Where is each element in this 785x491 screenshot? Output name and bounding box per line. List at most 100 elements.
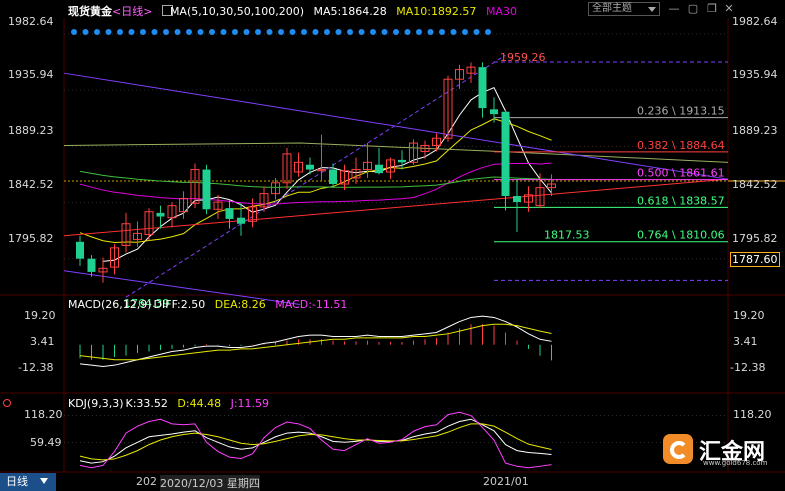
macd-right-tick-1: 19.20 (733, 309, 765, 322)
kdj-header: KDJ(9,3,3) K:33.52 D:44.48 J:11.59 (68, 397, 275, 410)
event-dot (82, 29, 89, 35)
fib-level-label: 0.236 \ 1913.15 (637, 105, 725, 118)
date-label-2: 2021/01 (483, 475, 529, 488)
fib-level-label: 0.764 \ 1810.06 (637, 229, 725, 242)
last-price-tag: 1787.60 (730, 252, 780, 267)
kdj-tick-1: 118.20 (24, 408, 63, 421)
topic-select[interactable]: 全部主题 (588, 2, 660, 16)
macd-right-tick-3: -12.38 (730, 361, 766, 374)
event-dot (485, 29, 491, 35)
candle-body (237, 217, 245, 224)
right-price-tick-4: 1842.52 (732, 178, 778, 191)
ma10-value: MA10:1892.57 (396, 5, 477, 18)
event-dot (301, 29, 307, 35)
fib-level-label: 0.500 \ 1861.61 (637, 167, 725, 180)
event-dot (220, 29, 227, 35)
instrument-title: 现货黄金 (68, 5, 112, 18)
brand-site: www.gold678.com (703, 459, 768, 467)
macd-header: MACD(26,12,9) DIFF:2.50 DEA:8.26 MACD:-11… (68, 298, 353, 311)
event-dot (347, 29, 353, 35)
kdj-right-tick-1: 118.20 (733, 408, 772, 421)
period-label[interactable]: <日线> (112, 5, 152, 18)
candle-body (87, 258, 96, 272)
macd-dea: DEA:8.26 (214, 298, 266, 311)
event-dot (404, 29, 411, 35)
event-dot (289, 29, 296, 35)
candle-body (478, 67, 487, 109)
kdj-tick-2: 59.49 (30, 436, 62, 449)
event-dot (462, 29, 468, 35)
date-label-1: 202 (136, 475, 157, 488)
kdj-d: D:44.48 (177, 397, 222, 410)
fib-level-label: 0.382 \ 1884.64 (637, 139, 725, 152)
price-chart[interactable]: 0.236 \ 1913.15 0.382 \ 1884.64 0.500 \ 18… (0, 0, 785, 491)
panel-settings-icon[interactable] (3, 399, 11, 407)
cursor-date: 2020/12/03 星期四 (160, 475, 260, 491)
event-dot (197, 29, 204, 35)
maximize-icon[interactable]: ▢ (686, 2, 700, 16)
event-dot (151, 29, 158, 35)
event-dot (278, 29, 284, 35)
candle-body (501, 111, 510, 197)
minimize-icon[interactable]: — (667, 2, 681, 16)
event-dot (174, 29, 181, 35)
candle-body (490, 109, 498, 115)
kdj-k: K:33.52 (125, 397, 168, 410)
event-dot (324, 29, 330, 35)
macd-diff: DIFF:2.50 (153, 298, 206, 311)
event-dot (450, 29, 457, 35)
event-dot (266, 29, 273, 35)
candle-body (375, 164, 383, 174)
ma5-value: MA5:1864.28 (313, 5, 387, 18)
candle-body (225, 208, 234, 219)
right-price-tick-3: 1889.23 (732, 124, 778, 137)
price-annotation: 1817.53 (544, 229, 590, 242)
candle-body (156, 212, 165, 217)
event-dot (439, 29, 445, 35)
right-price-tick-5: 1795.82 (732, 232, 778, 245)
brand-logo: 汇金网 www.gold678.com (663, 434, 783, 470)
event-dot (312, 29, 319, 35)
event-dot (370, 29, 376, 35)
event-dot (105, 29, 112, 35)
price-annotation: 1959.26 (500, 51, 546, 64)
left-price-tick-5: 1795.82 (8, 232, 54, 245)
event-dot (186, 29, 192, 35)
left-price-tick-1: 1982.64 (8, 15, 54, 28)
event-dot (140, 29, 146, 35)
macd-tick-3: -12.38 (18, 361, 54, 374)
macd-right-tick-2: 3.41 (733, 335, 758, 348)
event-dot (71, 29, 77, 35)
event-dot (117, 29, 123, 35)
event-dot (473, 29, 480, 35)
right-price-tick-1: 1982.64 (732, 15, 778, 28)
event-dot (358, 29, 365, 35)
main-chart-header: 现货黄金<日线> MA(5,10,30,50,100,200) MA5:1864… (68, 3, 523, 19)
right-price-tick-2: 1935.94 (732, 68, 778, 81)
ma-params: MA(5,10,30,50,100,200) (169, 5, 304, 18)
event-dot (381, 29, 388, 35)
ma30-value: MA30 (485, 5, 517, 18)
event-dot (393, 29, 399, 35)
candle-body (202, 169, 211, 210)
event-dot (163, 29, 169, 35)
kdj-label: KDJ(9,3,3) (68, 397, 124, 410)
macd-label: MACD(26,12,9) (68, 298, 152, 311)
candle-body (306, 164, 314, 170)
restore-icon[interactable]: ❐ (705, 2, 719, 16)
event-dot (94, 29, 100, 35)
event-dot (243, 29, 250, 35)
candle-body (513, 196, 521, 203)
period-button-label: 日线 (6, 475, 28, 488)
kdj-j: J:11.59 (230, 397, 270, 410)
left-price-tick-3: 1889.23 (8, 124, 54, 137)
candle-body (76, 241, 84, 259)
left-price-tick-2: 1935.94 (8, 68, 54, 81)
close-icon[interactable]: ✕ (722, 2, 736, 16)
period-dropdown-icon[interactable] (40, 478, 48, 484)
event-dot (209, 29, 215, 35)
event-dot (128, 29, 135, 35)
event-dot (416, 29, 422, 35)
macd-value: MACD:-11.51 (275, 298, 348, 311)
macd-tick-1: 19.20 (24, 309, 56, 322)
